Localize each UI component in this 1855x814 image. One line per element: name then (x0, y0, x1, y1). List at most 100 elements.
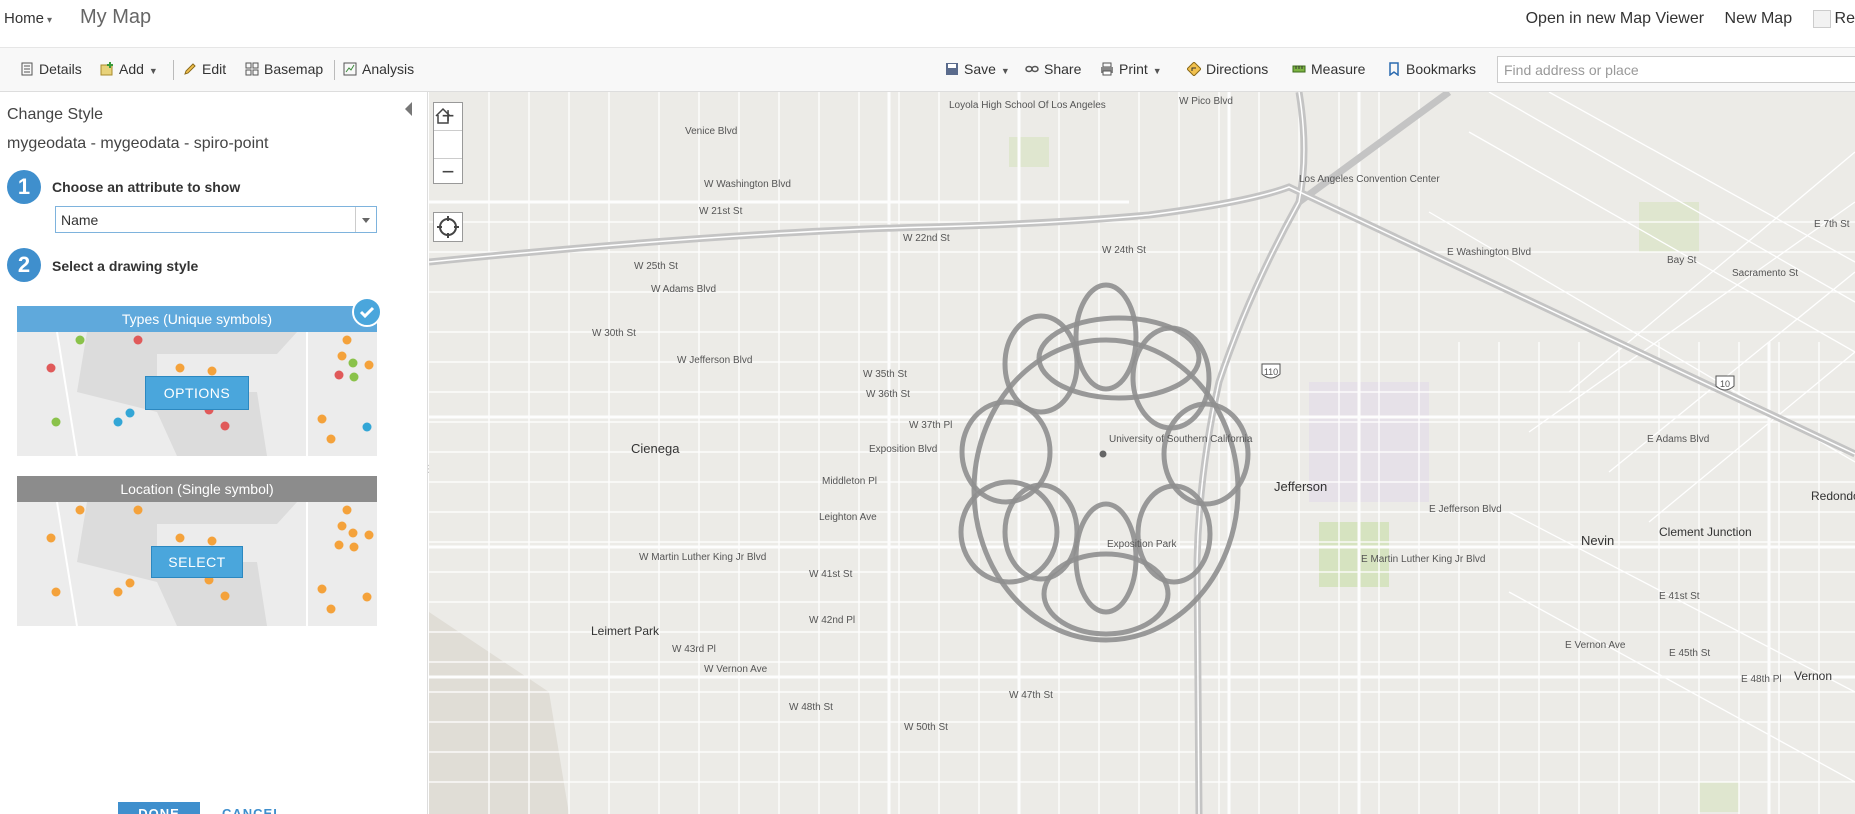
place-label: Jefferson (1274, 479, 1327, 494)
locate-button[interactable] (433, 212, 463, 242)
print-label: Print (1119, 61, 1148, 77)
highway-shield-10-label: 10 (1720, 379, 1730, 389)
street-label: Middleton Pl (822, 476, 877, 487)
street-label: W 36th St (866, 389, 910, 400)
street-label: W 22nd St (903, 233, 950, 244)
street-label: E Martin Luther King Jr Blvd (1361, 554, 1486, 565)
street-label: W 30th St (592, 328, 636, 339)
spiro-center-point[interactable] (1099, 450, 1107, 458)
save-button[interactable]: Save ▼ (945, 61, 1010, 77)
top-header: Home ▾ My Map Open in new Map Viewer New … (0, 0, 1855, 48)
bookmark-icon (1389, 62, 1399, 76)
bookmarks-button[interactable]: Bookmarks (1387, 61, 1476, 77)
highway-shield-10: 10 (1715, 375, 1735, 391)
user-avatar[interactable] (1812, 10, 1831, 28)
measure-ruler-icon (1292, 65, 1306, 73)
done-button[interactable]: DONE (118, 802, 200, 814)
save-disk-icon (946, 63, 958, 75)
street-label: W Martin Luther King Jr Blvd (639, 552, 766, 563)
place-label: Redondo Junction (1811, 489, 1855, 503)
add-button[interactable]: Add ▼ (100, 61, 158, 77)
collapse-panel-icon[interactable] (405, 102, 412, 116)
street-label: W Washington Blvd (704, 179, 791, 190)
attribute-select-value: Name (61, 212, 99, 228)
style-card-location[interactable]: Location (Single symbol) SELECT (17, 476, 377, 626)
options-button[interactable]: OPTIONS (145, 376, 249, 410)
directions-label: Directions (1206, 61, 1269, 77)
change-style-panel: Change Style mygeodata - mygeodata - spi… (0, 92, 428, 814)
basemap-button[interactable]: Basemap (245, 61, 323, 77)
chevron-down-icon[interactable] (355, 207, 376, 232)
street-label: Sacramento St (1732, 268, 1798, 279)
chevron-down-icon: ▼ (1152, 66, 1162, 76)
header-links: Open in new Map Viewer New Map Re (1510, 10, 1855, 28)
attribute-select[interactable]: Name (55, 206, 377, 233)
basemap-graphic: 110 10 Cienega Jefferson Leimert Park Ne… (429, 92, 1855, 814)
street-label: W 24th St (1102, 245, 1146, 256)
street-label: W Jefferson Blvd (677, 355, 752, 366)
edit-button[interactable]: Edit (183, 61, 226, 77)
street-label: W 25th St (634, 261, 678, 272)
share-link-icon (1025, 65, 1039, 73)
basemap-grid-icon (245, 62, 259, 76)
spiro-ellipse (1041, 551, 1171, 637)
chevron-down-icon: ▼ (148, 66, 158, 76)
place-label: Loyola High School Of Los Angeles (949, 100, 1106, 111)
home-extent-button[interactable] (434, 107, 462, 159)
step-1-badge: 1 (7, 170, 41, 204)
place-label: Vernon (1794, 669, 1832, 683)
highway-shield-110: 110 (1261, 363, 1281, 379)
zoom-control: + − (433, 102, 463, 184)
spiro-ellipse (1130, 325, 1212, 431)
step-2-badge: 2 (7, 248, 41, 282)
home-menu[interactable]: Home ▾ (4, 10, 52, 27)
share-label: Share (1044, 61, 1082, 77)
measure-button[interactable]: Measure (1292, 61, 1365, 77)
details-label: Details (39, 61, 82, 77)
print-button[interactable]: Print ▼ (1100, 61, 1162, 77)
open-new-map-viewer-link[interactable]: Open in new Map Viewer (1526, 10, 1704, 27)
home-label: Home (4, 10, 45, 27)
street-label: W 21st St (699, 206, 743, 217)
spiro-ellipse (958, 479, 1060, 585)
bookmarks-label: Bookmarks (1406, 61, 1477, 77)
select-button[interactable]: SELECT (151, 546, 243, 578)
zoom-out-button[interactable]: − (434, 159, 462, 186)
street-label: E 7th St (1814, 219, 1850, 230)
street-label: Bay St (1667, 255, 1697, 266)
street-label: W 42nd Pl (809, 615, 855, 626)
street-label: W Pico Blvd (1179, 96, 1233, 107)
search-input[interactable] (1497, 56, 1855, 83)
street-label: W 50th St (904, 722, 948, 733)
spiro-ellipse (1073, 282, 1139, 392)
street-label: E Jefferson Blvd (1429, 504, 1502, 515)
street-label: E 48th Pl (1741, 674, 1782, 685)
style-card-title: Location (Single symbol) (17, 476, 377, 502)
street-label: W 35th St (863, 369, 907, 380)
street-label: W 48th St (789, 702, 833, 713)
directions-button[interactable]: Directions (1187, 61, 1268, 77)
step-1-label: Choose an attribute to show (52, 179, 241, 195)
user-name[interactable]: Re (1835, 10, 1855, 27)
layer-name: mygeodata - mygeodata - spiro-point (7, 135, 269, 152)
style-preview-map: SELECT (17, 502, 377, 626)
map-toolbar: Details Add ▼ Edit Basemap Analysis Save ▼… (0, 48, 1855, 92)
add-layer-icon (100, 62, 113, 76)
style-card-types[interactable]: Types (Unique symbols) OPTIONS (17, 306, 377, 456)
map-view[interactable]: 110 10 Cienega Jefferson Leimert Park Ne… (429, 92, 1855, 814)
directions-icon (1187, 62, 1201, 76)
details-button[interactable]: Details (20, 61, 82, 77)
share-button[interactable]: Share (1025, 61, 1081, 77)
new-map-link[interactable]: New Map (1725, 10, 1793, 27)
analysis-button[interactable]: Analysis (343, 61, 414, 77)
place-label: University of Southern California (1109, 434, 1253, 445)
toolbar-divider (173, 60, 174, 80)
cancel-button[interactable]: CANCEL (222, 806, 282, 814)
street-label: E Adams Blvd (1647, 434, 1709, 445)
pencil-icon (184, 63, 196, 75)
street-label: W Vernon Ave (704, 664, 768, 675)
step-2-label: Select a drawing style (52, 258, 199, 274)
street-label: W 41st St (809, 569, 853, 580)
selected-check-icon (352, 297, 382, 327)
place-label: Los Angeles Convention Center (1299, 174, 1440, 185)
